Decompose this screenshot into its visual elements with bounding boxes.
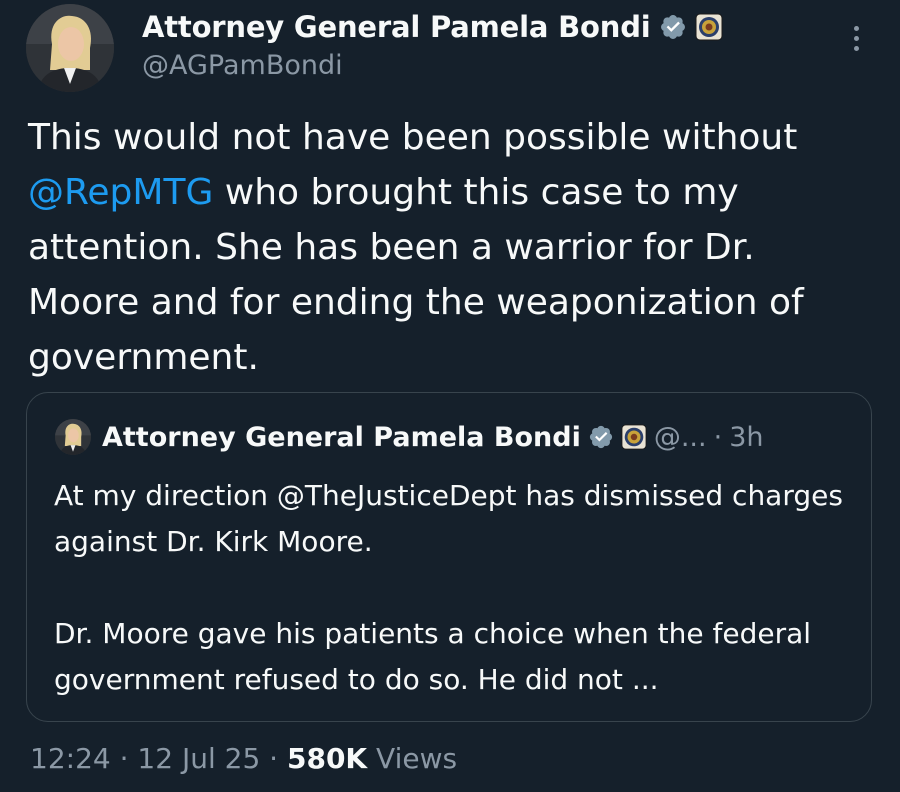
quoted-author-handle[interactable]: @... <box>654 422 707 453</box>
quoted-author-name[interactable]: Attorney General Pamela Bondi <box>102 422 581 453</box>
author-display-name[interactable]: Attorney General Pamela Bondi <box>142 10 651 44</box>
author-avatar[interactable] <box>26 4 114 92</box>
quoted-tweet[interactable]: Attorney General Pamela Bondi @... · 3h <box>26 392 872 722</box>
avatar-image <box>55 419 91 455</box>
author-handle[interactable]: @AGPamBondi <box>142 50 343 81</box>
more-options-icon[interactable] <box>836 16 876 60</box>
tweet-time[interactable]: 12:24 <box>30 742 111 775</box>
views-count[interactable]: 580K <box>287 742 367 775</box>
quoted-paragraph: Dr. Moore gave his patients a choice whe… <box>54 617 812 696</box>
tweet-date[interactable]: 12 Jul 25 <box>137 742 260 775</box>
more-dot <box>853 35 859 41</box>
tweet-text: This would not have been possible withou… <box>28 110 868 385</box>
doj-seal-icon[interactable] <box>621 424 647 450</box>
avatar-image <box>26 4 114 92</box>
verified-badge-icon[interactable] <box>659 13 687 41</box>
tweet-text-part: This would not have been possible withou… <box>28 117 798 158</box>
more-dot <box>853 25 859 31</box>
tweet-metadata: 12:24 · 12 Jul 25 · 580K Views <box>30 742 457 775</box>
quoted-header: Attorney General Pamela Bondi @... · 3h <box>55 417 763 457</box>
quoted-avatar[interactable] <box>55 419 91 455</box>
tweet: Attorney General Pamela Bondi @AGPamBond… <box>0 0 900 792</box>
doj-seal-icon[interactable] <box>695 13 723 41</box>
separator-dot: · <box>713 421 723 453</box>
separator-dot: · <box>269 742 279 775</box>
quoted-text: At my direction @TheJusticeDept has dism… <box>54 473 854 703</box>
quoted-timestamp[interactable]: 3h <box>729 422 763 453</box>
views-label[interactable]: Views <box>376 742 457 775</box>
verified-badge-icon[interactable] <box>588 424 614 450</box>
author-name-row: Attorney General Pamela Bondi <box>142 6 723 48</box>
mention-link[interactable]: @RepMTG <box>28 172 213 213</box>
separator-dot: · <box>119 742 129 775</box>
quoted-paragraph: At my direction @TheJusticeDept has dism… <box>54 479 843 558</box>
more-dot <box>853 45 859 51</box>
